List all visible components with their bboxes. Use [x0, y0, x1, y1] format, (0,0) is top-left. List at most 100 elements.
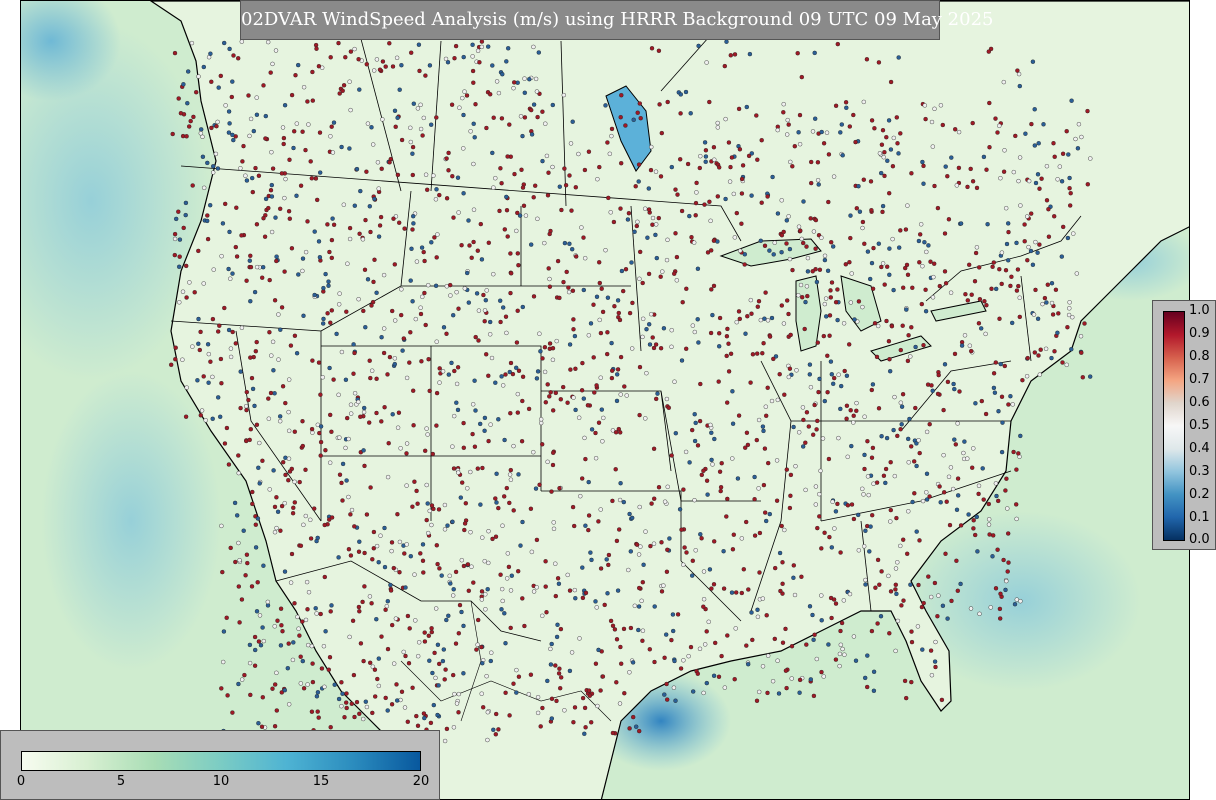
observation-dot [734, 210, 739, 216]
observation-dot [652, 604, 657, 609]
observation-dot [392, 361, 397, 367]
observation-dot [1033, 180, 1039, 186]
observation-dot [667, 536, 672, 541]
observation-dot [932, 261, 937, 266]
observation-dot [761, 428, 766, 434]
observation-dot [558, 397, 563, 402]
observation-dot [684, 346, 689, 351]
observation-dot [522, 90, 527, 96]
observation-dot [810, 612, 815, 618]
observation-dot [734, 590, 739, 595]
observation-dot [844, 416, 849, 421]
observation-dot [316, 715, 321, 720]
observation-dot [375, 676, 380, 682]
observation-dot [340, 461, 346, 467]
observation-dot [919, 604, 925, 610]
observation-dot [274, 495, 279, 500]
observation-dot [838, 550, 843, 555]
observation-dot [838, 406, 843, 412]
observation-dot [865, 249, 871, 254]
observation-dot [509, 271, 514, 276]
observation-dot [520, 133, 525, 139]
observation-dot [218, 356, 224, 362]
observation-dot [567, 588, 573, 593]
observation-dot [434, 606, 439, 611]
observation-dot [804, 244, 809, 249]
observation-dot [254, 422, 260, 427]
observation-dot [797, 430, 802, 435]
observation-dot [756, 417, 762, 423]
observation-dot [731, 191, 736, 197]
observation-dot [797, 677, 803, 683]
observation-dot [508, 467, 513, 473]
observation-dot [805, 269, 811, 274]
observation-dot [947, 522, 953, 528]
observation-dot [271, 368, 276, 373]
observation-dot [567, 342, 573, 347]
observation-dot [767, 511, 772, 517]
observation-dot [1045, 282, 1051, 287]
observation-dot [993, 481, 999, 486]
observation-dot [647, 647, 652, 652]
observation-dot [649, 501, 654, 506]
observation-dot [999, 250, 1005, 255]
observation-dot [664, 632, 669, 637]
observation-dot [958, 523, 964, 528]
observation-dot [985, 221, 990, 227]
observation-dot [641, 562, 646, 567]
observation-dot [460, 480, 465, 485]
observation-dot [826, 199, 831, 205]
observation-dot [339, 144, 344, 150]
observation-dot [894, 591, 899, 597]
observation-dot [599, 286, 604, 291]
observation-dot [429, 626, 434, 631]
observation-dot [796, 130, 801, 135]
observation-dot [514, 340, 520, 345]
observation-dot [434, 423, 439, 428]
observation-dot [802, 326, 807, 332]
observation-dot [868, 179, 874, 184]
observation-dot [506, 46, 511, 51]
observation-dot [651, 446, 657, 451]
observation-dot [829, 545, 834, 550]
observation-dot [779, 198, 784, 203]
observation-dot [582, 731, 587, 736]
observation-dot [529, 107, 534, 113]
observation-dot [304, 579, 310, 585]
observation-dot [286, 409, 291, 415]
observation-dot [954, 183, 959, 188]
observation-dot [954, 507, 960, 512]
observation-dot [916, 438, 921, 443]
observation-dot [593, 430, 598, 436]
observation-dot [743, 445, 748, 450]
observation-dot [415, 106, 421, 111]
observation-dot [920, 498, 926, 504]
observation-dot [1006, 258, 1011, 263]
observation-dot [461, 420, 466, 426]
observation-dot [419, 359, 424, 364]
observation-dot [247, 258, 253, 263]
observation-dot [692, 240, 697, 245]
observation-dot [899, 404, 905, 409]
observation-dot [227, 229, 232, 235]
observation-dot [780, 560, 785, 565]
observation-dot [252, 663, 258, 668]
observation-dot [270, 339, 276, 344]
observation-dot [219, 686, 224, 691]
observation-dot [744, 104, 749, 110]
observation-dot [478, 502, 483, 507]
observation-dot [746, 662, 751, 667]
observation-dot [636, 179, 641, 184]
observation-dot [891, 287, 896, 293]
observation-dot [465, 486, 470, 491]
observation-dot [235, 56, 241, 61]
observation-dot [471, 580, 476, 585]
observation-dot [945, 379, 951, 385]
observation-dot [386, 441, 391, 446]
observation-dot [903, 265, 908, 271]
observation-dot [738, 248, 743, 254]
observation-dot [390, 64, 396, 69]
observation-dot [582, 705, 588, 711]
observation-dot [509, 573, 514, 578]
observation-dot [851, 413, 856, 418]
